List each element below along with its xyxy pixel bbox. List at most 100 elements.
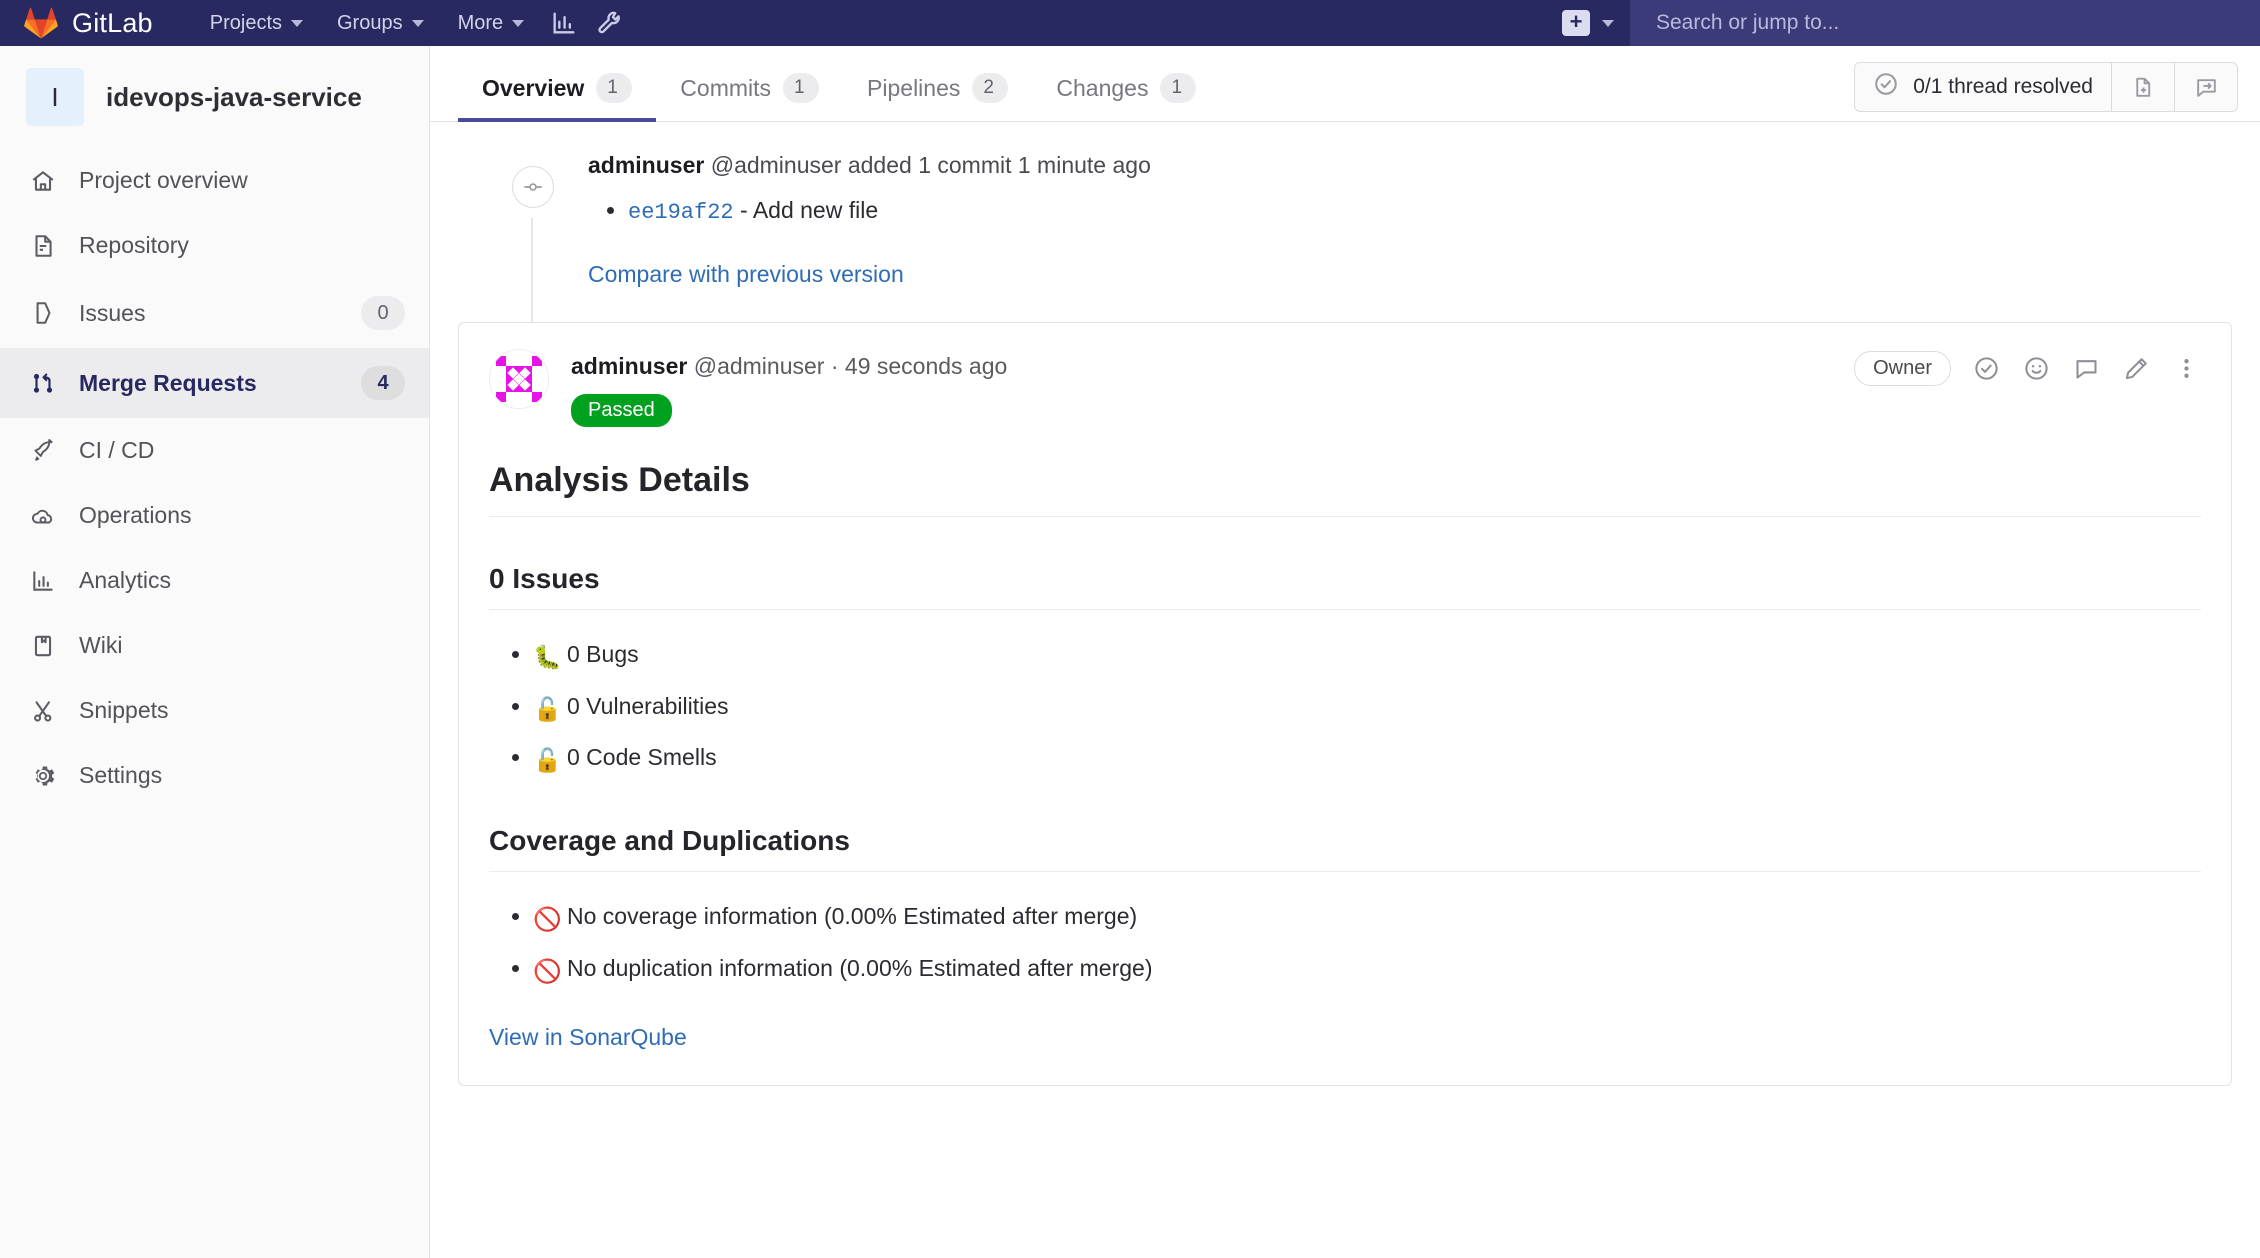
coverage-metric-coverage: 🚫No coverage information (0.00% Estimate… [533, 898, 2201, 938]
note-inner: adminuser @adminuser · 49 seconds ago Pa… [459, 323, 2231, 1085]
sidebar-label: Operations [79, 502, 192, 528]
nav-more[interactable]: More [441, 0, 542, 46]
merge-request-icon [28, 369, 57, 398]
issue-metric-label: 0 Code Smells [567, 744, 717, 771]
chevron-down-icon [1602, 19, 1614, 27]
analytics-icon[interactable] [541, 0, 587, 46]
tab-overview[interactable]: Overview 1 [458, 73, 657, 122]
status-badge: Passed [571, 393, 672, 427]
bug-emoji: 🐛 [533, 643, 562, 670]
nav-projects[interactable]: Projects [193, 0, 320, 46]
commit-timestamp: 1 minute ago [1017, 152, 1151, 178]
scissors-icon [28, 696, 57, 725]
tab-label: Commits [680, 74, 772, 101]
check-circle-icon [1873, 71, 1899, 103]
sidebar-badge-merge-requests: 4 [361, 366, 405, 400]
owner-badge: Owner [1854, 350, 1951, 386]
note-timestamp: 49 seconds ago [844, 352, 1008, 379]
sidebar-item-snippets[interactable]: Snippets [0, 678, 429, 743]
edit-pencil-icon[interactable] [2121, 353, 2151, 383]
overview-content: adminuser @adminuser added 1 commit 1 mi… [430, 122, 2260, 1258]
rocket-icon [28, 436, 57, 465]
tab-badge: 1 [783, 73, 820, 103]
compare-row: Compare with previous version [588, 231, 2232, 322]
sidebar-item-ci-cd[interactable]: CI / CD [0, 418, 429, 483]
compare-with-previous-version-link[interactable]: Compare with previous version [588, 261, 904, 287]
sidebar-project-header[interactable]: I idevops-java-service [0, 46, 429, 148]
commit-action-text: added 1 commit [847, 152, 1012, 178]
chevron-down-icon [411, 19, 424, 27]
commit-list: ee19af22 - Add new file [588, 191, 2232, 231]
gitlab-tanuki-icon [24, 7, 58, 39]
commit-message: Add new file [752, 196, 879, 223]
commit-sha-link[interactable]: ee19af22 [628, 200, 734, 225]
sidebar-item-operations[interactable]: Operations [0, 483, 429, 548]
view-in-sonarqube-link[interactable]: View in SonarQube [489, 1024, 2201, 1051]
sonarqube-note-card: adminuser @adminuser · 49 seconds ago Pa… [458, 321, 2232, 1086]
nav-more-label: More [457, 11, 504, 34]
thread-resolved-status: 0/1 thread resolved [1855, 63, 2111, 111]
sidebar-nav: Project overview Repository Issues 0 Mer… [0, 148, 429, 808]
tab-label: Changes [1056, 74, 1149, 101]
tab-pipelines[interactable]: Pipelines 2 [843, 73, 1032, 121]
nav-groups-label: Groups [337, 11, 403, 34]
sidebar-item-repository[interactable]: Repository [0, 213, 429, 278]
sidebar-item-issues[interactable]: Issues 0 [0, 278, 429, 348]
analysis-details-body: Analysis Details 0 Issues 🐛0 Bugs 🔓0 Vul… [489, 427, 2201, 1051]
identicon-avatar[interactable] [489, 348, 549, 409]
sidebar-item-analytics[interactable]: Analytics [0, 548, 429, 613]
tab-badge: 1 [1160, 73, 1197, 103]
sidebar-item-merge-requests[interactable]: Merge Requests 4 [0, 348, 429, 418]
search-input[interactable]: Search or jump to... [1630, 0, 2260, 46]
note-author-handle: @adminuser [693, 352, 825, 379]
resolve-thread-icon[interactable] [1971, 353, 2001, 383]
issues-heading: 0 Issues [489, 563, 2201, 610]
issue-metrics-list: 🐛0 Bugs 🔓0 Vulnerabilities 🔓0 Code Smell… [489, 636, 2201, 779]
sidebar-item-wiki[interactable]: Wiki [0, 613, 429, 678]
note-author[interactable]: adminuser [571, 353, 687, 379]
jump-to-next-thread-icon[interactable] [2174, 63, 2237, 111]
create-new-menu[interactable]: + [1562, 10, 1630, 36]
more-options-icon[interactable] [2171, 353, 2201, 383]
sidebar-item-settings[interactable]: Settings [0, 743, 429, 808]
gitlab-brand[interactable]: GitLab [0, 7, 171, 39]
open-lock-emoji: 🔓 [533, 695, 562, 722]
coverage-metric-label: No duplication information (0.00% Estima… [567, 955, 1153, 982]
plus-icon[interactable]: + [1562, 10, 1590, 36]
page-shell: I idevops-java-service Project overview … [0, 46, 2260, 1258]
thread-resolved-widget: 0/1 thread resolved [1854, 62, 2238, 112]
project-sidebar: I idevops-java-service Project overview … [0, 46, 430, 1258]
wrench-icon[interactable] [587, 0, 633, 46]
merge-request-tabs: Overview 1 Commits 1 Pipelines 2 Changes… [430, 46, 2260, 122]
tab-badge: 2 [972, 73, 1009, 103]
project-avatar: I [26, 68, 84, 126]
sidebar-label: Repository [79, 232, 189, 258]
tab-commits[interactable]: Commits 1 [656, 73, 843, 121]
no-entry-emoji: 🚫 [533, 906, 562, 933]
commit-author[interactable]: adminuser [588, 152, 704, 178]
tab-changes[interactable]: Changes 1 [1032, 73, 1220, 121]
no-entry-emoji: 🚫 [533, 958, 562, 985]
reply-comment-icon[interactable] [2071, 353, 2101, 383]
nav-projects-label: Projects [209, 11, 282, 34]
coverage-metrics-list: 🚫No coverage information (0.00% Estimate… [489, 898, 2201, 990]
sidebar-label: Project overview [79, 167, 248, 193]
commit-icon [512, 166, 554, 208]
commit-separator: - [740, 196, 748, 223]
project-name: idevops-java-service [106, 81, 362, 112]
issue-metric-label: 0 Bugs [567, 640, 639, 667]
create-issue-icon[interactable] [2111, 63, 2174, 111]
thread-resolved-label: 0/1 thread resolved [1913, 75, 2093, 98]
coverage-metric-label: No coverage information (0.00% Estimated… [567, 903, 1138, 930]
commit-timeline-entry: adminuser @adminuser added 1 commit 1 mi… [458, 122, 2232, 322]
emoji-icon[interactable] [2021, 353, 2051, 383]
coverage-metric-duplication: 🚫No duplication information (0.00% Estim… [533, 950, 2201, 990]
tab-label: Pipelines [867, 74, 961, 101]
sidebar-label: Wiki [79, 632, 123, 658]
sidebar-item-project-overview[interactable]: Project overview [0, 148, 429, 213]
cloud-gear-icon [28, 501, 57, 530]
sidebar-label: CI / CD [79, 437, 155, 463]
commit-author-handle: @adminuser [710, 152, 842, 178]
sidebar-badge-issues: 0 [361, 296, 405, 330]
nav-groups[interactable]: Groups [320, 0, 441, 46]
